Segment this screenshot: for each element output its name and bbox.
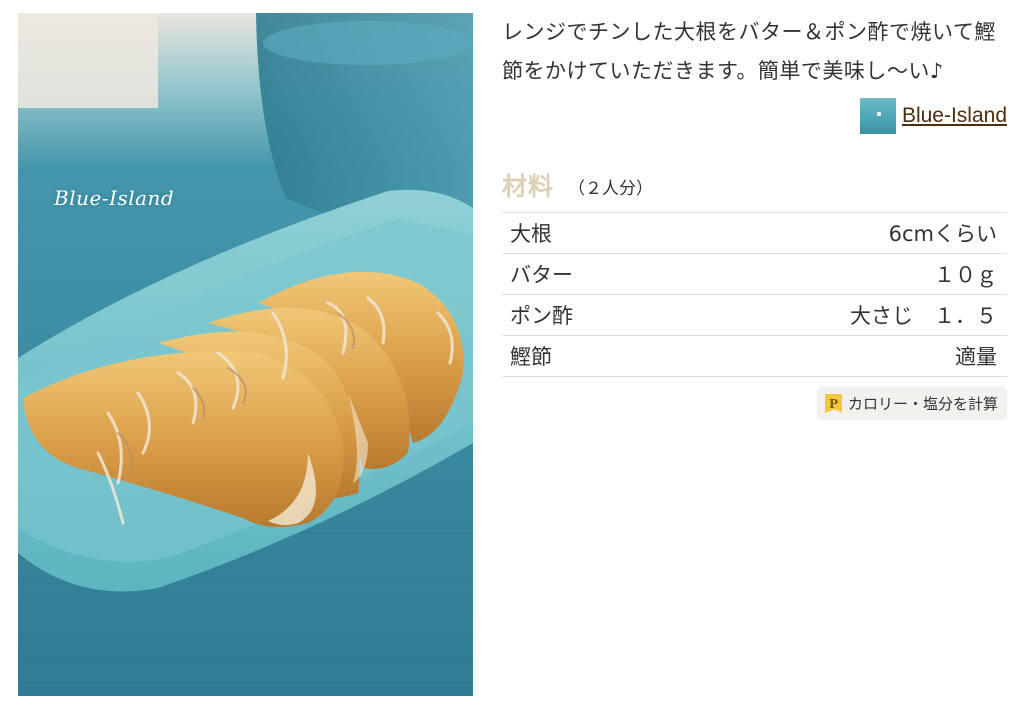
ingredient-name: 鰹節: [510, 345, 552, 369]
recipe-photo[interactable]: Blue-Island: [18, 13, 473, 696]
ingredient-amount: 適量: [955, 345, 997, 369]
ingredient-row: 鰹節 適量: [502, 336, 1007, 377]
author: Blue-Island: [502, 98, 1007, 134]
ingredient-list: 大根 6cmくらい バター １０ｇ ポン酢 大さじ １．５ 鰹節 適量: [502, 212, 1007, 377]
ingredient-amount: 大さじ １．５: [850, 304, 997, 328]
recipe-info: レンジでチンした大根をバター＆ポン酢で焼いて鰹節をかけていただきます。簡単で美味…: [502, 13, 1007, 420]
ingredient-amount: 6cmくらい: [888, 222, 997, 246]
ingredients-title: 材料: [502, 172, 555, 201]
ingredient-name: ポン酢: [510, 304, 573, 328]
ingredients-header: 材料 （２人分）: [502, 163, 1007, 203]
ingredient-amount: １０ｇ: [934, 263, 997, 287]
ingredients-servings: （２人分）: [568, 179, 654, 199]
calc-button-label: カロリー・塩分を計算: [847, 395, 998, 413]
daikon-photo-illustration: [18, 13, 473, 696]
author-avatar[interactable]: [859, 98, 896, 134]
ingredient-name: バター: [510, 263, 573, 287]
recipe-description: レンジでチンした大根をバター＆ポン酢で焼いて鰹節をかけていただきます。簡単で美味…: [502, 20, 996, 83]
calculate-calorie-salt-button[interactable]: P カロリー・塩分を計算: [816, 387, 1007, 420]
ingredient-row: バター １０ｇ: [502, 254, 1007, 295]
ingredient-row: ポン酢 大さじ １．５: [502, 295, 1007, 336]
calc-wrap: P カロリー・塩分を計算: [502, 387, 1007, 420]
ingredient-row: 大根 6cmくらい: [502, 213, 1007, 254]
photo-watermark: Blue-Island: [54, 186, 175, 210]
author-name-link[interactable]: Blue-Island: [902, 104, 1007, 128]
ingredient-name: 大根: [510, 222, 552, 246]
recipe-page: Blue-Island レンジでチンした大根をバター＆ポン酢で焼いて鰹節をかけて…: [0, 0, 1024, 712]
premium-p-icon: P: [824, 394, 842, 413]
